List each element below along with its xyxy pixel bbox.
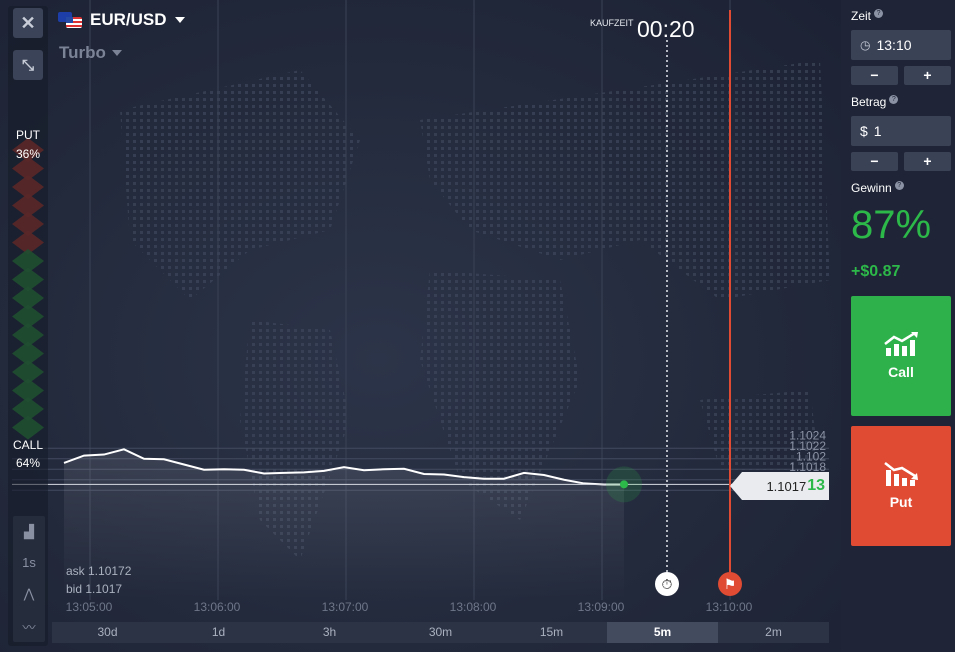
time-field[interactable]: ◷ 13:10 [851,30,951,60]
help-icon[interactable]: ? [894,181,904,190]
call-sentiment-label: CALL [12,438,44,452]
close-icon[interactable]: ✕ [13,8,43,38]
x-tick-label: 13:07:00 [322,600,369,614]
mode-name: Turbo [59,43,106,62]
x-tick-label: 13:05:00 [66,600,113,614]
interval-button[interactable]: 1s [13,555,45,570]
mode-selector[interactable]: Turbo [59,43,122,63]
gain-amount: +$0.87 [851,263,901,280]
currency-symbol: $ [860,123,868,139]
time-value: 13:10 [876,37,912,53]
area-chart-icon[interactable]: ▟ [13,524,45,540]
current-price-tag: 1.1017 13 [730,472,829,500]
trend-down-icon [884,462,918,486]
x-tick-label: 13:09:00 [578,600,625,614]
timeframe-30d[interactable]: 30d [52,622,163,643]
trend-up-icon [884,332,918,356]
timer-label: KAUFZEIT [590,18,634,28]
drawing-icon[interactable]: 〰 [13,617,45,636]
current-price-main: 1.1017 [766,478,807,494]
amount-minus-button[interactable]: − [851,152,898,171]
bid-price: bid 1.1017 [66,582,123,596]
chevron-down-icon [174,17,185,23]
put-sentiment-label: PUT [16,128,40,142]
asset-name: EUR/USD [90,10,167,29]
map-continent [420,60,830,300]
call-button[interactable]: Call [851,296,951,416]
current-point [620,480,628,489]
put-sentiment-percent: 36% [15,147,41,161]
help-icon[interactable]: ? [874,9,884,18]
x-tick-label: 13:06:00 [194,600,241,614]
x-tick-label: 13:10:00 [706,600,753,614]
call-label: Call [888,364,914,380]
indicator-icon[interactable]: ⋀ [13,586,45,602]
current-price-tail: 13 [807,477,825,494]
gain-label: Gewinn? [851,181,904,195]
chart-tools: ▟ 1s ⋀ 〰 [13,516,45,642]
timeframe-30m[interactable]: 30m [385,622,496,643]
time-label: Zeit? [851,9,884,23]
chart-area[interactable]: 1.10241.10221.1021.10181.101613:05:0013:… [0,0,841,652]
asset-selector[interactable]: EUR/USD [58,10,185,30]
chevron-down-icon [111,50,122,56]
price-chart[interactable]: 1.10241.10221.1021.10181.101613:05:0013:… [0,0,841,652]
timeframe-5m[interactable]: 5m [607,622,718,643]
put-label: Put [889,494,913,510]
amount-value: 1 [873,123,882,139]
time-minus-button[interactable]: − [851,66,898,85]
amount-label: Betrag? [851,95,899,109]
gain-percent: 87% [851,203,932,247]
help-icon[interactable]: ? [889,95,899,104]
call-sentiment-percent: 64% [15,456,41,470]
timeframe-2m[interactable]: 2m [718,622,829,643]
timer-value: 00:20 [637,16,695,42]
timeframe-1d[interactable]: 1d [163,622,274,643]
stopwatch-icon[interactable]: ⏱ [655,572,679,596]
collapse-icon[interactable]: ⤡ [13,50,43,80]
finish-flag-icon[interactable]: ⚑ [718,572,742,596]
time-plus-button[interactable]: + [904,66,951,85]
x-tick-label: 13:08:00 [450,600,497,614]
clock-icon: ◷ [860,38,871,52]
timeframe-bar: 30d 1d 3h 30m 15m 5m 2m [52,622,829,643]
amount-plus-button[interactable]: + [904,152,951,171]
timeframe-15m[interactable]: 15m [496,622,607,643]
put-button[interactable]: Put [851,426,951,546]
amount-field[interactable]: $ 1 [851,116,951,146]
map-continent [120,70,360,300]
eur-usd-flag-icon [58,12,82,28]
ask-price: ask 1.10172 [66,564,132,578]
timeframe-3h[interactable]: 3h [274,622,385,643]
